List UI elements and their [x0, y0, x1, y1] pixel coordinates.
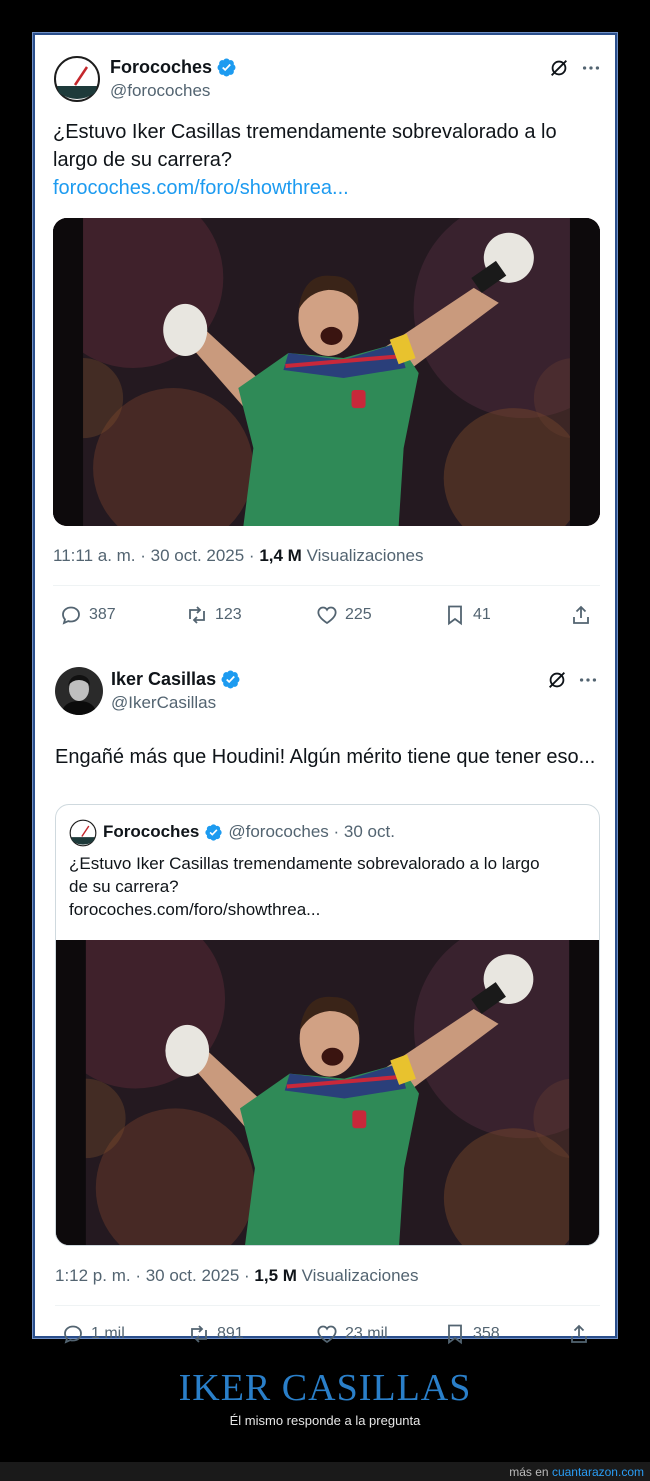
- bookmark-button[interactable]: 358: [443, 1322, 500, 1346]
- reply-icon: [62, 606, 80, 625]
- grok-icon[interactable]: [546, 669, 568, 691]
- repost-icon: [189, 606, 205, 624]
- author-handle[interactable]: @forocoches: [110, 81, 210, 101]
- quoted-tweet[interactable]: Forocoches @forocoches · 30 oct. ¿Estuvo…: [55, 804, 600, 1246]
- repost-button[interactable]: 891: [187, 1322, 244, 1346]
- screenshot-card: Forocoches @forocoches ¿Estuvo Iker Casi…: [32, 32, 618, 1345]
- repost-button[interactable]: 123: [185, 603, 242, 627]
- reply-button[interactable]: 387: [59, 603, 116, 627]
- views-count: 1,4 M: [259, 546, 302, 565]
- divider: [55, 1305, 600, 1306]
- bookmark-count: 358: [473, 1325, 500, 1342]
- share-icon: [571, 1324, 587, 1343]
- footer-text: más en cuantarazon.com: [509, 1465, 644, 1479]
- casillas-celebration-image: [53, 218, 600, 526]
- like-count: 225: [345, 606, 372, 623]
- caption-subtitle: Él mismo responde a la pregunta: [229, 1413, 421, 1428]
- repost-count: 123: [215, 606, 242, 623]
- share-button[interactable]: [567, 1322, 591, 1346]
- casillas-celebration-image: [56, 940, 599, 1245]
- site-footer: más en cuantarazon.com: [0, 1462, 650, 1481]
- quoted-text: ¿Estuvo Iker Casillas tremendamente sobr…: [69, 852, 540, 921]
- timestamp[interactable]: 1:12 p. m. · 30 oct. 2025 ·: [55, 1266, 254, 1285]
- forocoches-logo-icon: [69, 819, 97, 847]
- reply-count: 1 mil: [91, 1325, 125, 1342]
- avatar[interactable]: [55, 667, 103, 715]
- tweet-metadata: 1:12 p. m. · 30 oct. 2025 · 1,5 M Visual…: [55, 1266, 419, 1286]
- like-count: 23 mil: [345, 1325, 388, 1342]
- quoted-handle-date: @forocoches · 30 oct.: [228, 822, 395, 841]
- quoted-photo[interactable]: [56, 940, 599, 1245]
- tweet-photo[interactable]: [53, 218, 600, 526]
- divider: [53, 585, 600, 586]
- quoted-header: Forocoches @forocoches · 30 oct.: [103, 822, 395, 842]
- quoted-text-line: ¿Estuvo Iker Casillas tremendamente sobr…: [69, 854, 540, 873]
- timestamp[interactable]: 11:11 a. m. · 30 oct. 2025 ·: [53, 546, 259, 565]
- forocoches-logo-icon: [53, 55, 101, 103]
- bookmark-button[interactable]: 41: [443, 603, 491, 627]
- caption-title: IKER CASILLAS: [178, 1367, 472, 1409]
- footer-site-link[interactable]: cuantarazon.com: [552, 1465, 644, 1479]
- tweet-forocoches: Forocoches @forocoches ¿Estuvo Iker Casi…: [35, 35, 615, 635]
- tweet-text: ¿Estuvo Iker Casillas tremendamente sobr…: [53, 118, 603, 202]
- bookmark-icon: [448, 605, 462, 626]
- iker-casillas-avatar-icon: [55, 667, 103, 715]
- more-options-icon[interactable]: [577, 669, 599, 691]
- tweet-link[interactable]: forocoches.com/foro/showthrea...: [53, 174, 603, 202]
- more-options-icon[interactable]: [580, 57, 602, 79]
- author-name[interactable]: Iker Casillas: [111, 669, 241, 690]
- author-name-text: Forocoches: [110, 57, 213, 77]
- tweet-text-line: ¿Estuvo Iker Casillas tremendamente sobr…: [53, 121, 557, 143]
- author-handle[interactable]: @IkerCasillas: [111, 693, 216, 713]
- heart-icon: [317, 1325, 337, 1344]
- verified-badge-icon: [216, 57, 237, 78]
- like-button[interactable]: 23 mil: [315, 1322, 388, 1346]
- bookmark-count: 41: [473, 606, 491, 623]
- repost-count: 891: [217, 1325, 244, 1342]
- author-name-text: Iker Casillas: [111, 669, 217, 689]
- quoted-avatar: [69, 819, 97, 847]
- tweet-metadata: 11:11 a. m. · 30 oct. 2025 · 1,4 M Visua…: [53, 546, 423, 566]
- heart-icon: [317, 606, 337, 625]
- grok-icon[interactable]: [548, 57, 570, 79]
- views-count: 1,5 M: [254, 1266, 297, 1285]
- tweet-text-line: largo de su carrera?: [53, 149, 232, 171]
- repost-icon: [191, 1325, 207, 1343]
- avatar[interactable]: [53, 55, 101, 103]
- reply-count: 387: [89, 606, 116, 623]
- views-label: Visualizaciones: [301, 546, 424, 565]
- quoted-author-name: Forocoches: [103, 822, 200, 841]
- footer-prefix: más en: [509, 1465, 552, 1479]
- bookmark-icon: [448, 1324, 462, 1345]
- verified-badge-icon: [220, 669, 241, 690]
- reply-icon: [64, 1325, 82, 1344]
- tweet-iker-casillas: Iker Casillas @IkerCasillas Engañé más q…: [35, 647, 615, 1345]
- share-button[interactable]: [569, 603, 593, 627]
- share-icon: [573, 605, 589, 624]
- quoted-link: forocoches.com/foro/showthrea...: [69, 900, 321, 919]
- like-button[interactable]: 225: [315, 603, 372, 627]
- quoted-text-line: de su carrera?: [69, 877, 179, 896]
- author-name[interactable]: Forocoches: [110, 57, 237, 78]
- verified-badge-icon: [204, 823, 223, 842]
- views-label: Visualizaciones: [296, 1266, 419, 1285]
- reply-button[interactable]: 1 mil: [61, 1322, 125, 1346]
- tweet-text: Engañé más que Houdini! Algún mérito tie…: [55, 746, 596, 768]
